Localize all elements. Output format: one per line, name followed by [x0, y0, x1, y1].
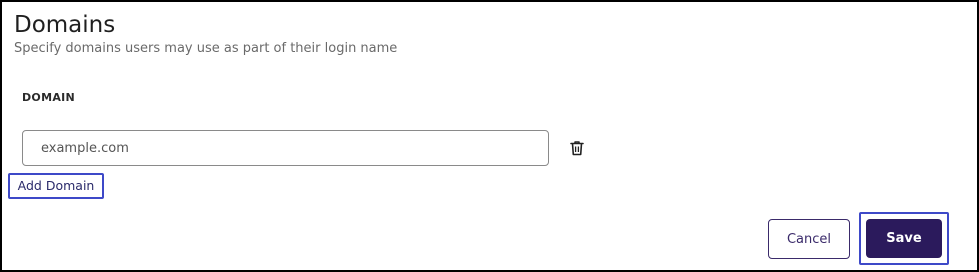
domain-field-label: DOMAIN	[22, 91, 76, 104]
trash-icon	[570, 141, 584, 156]
save-button-highlight: Save	[859, 212, 949, 265]
cancel-button[interactable]: Cancel	[768, 219, 850, 259]
page-subtitle: Specify domains users may use as part of…	[14, 41, 398, 56]
add-domain-link[interactable]: Add Domain	[8, 173, 104, 199]
domain-input[interactable]	[22, 130, 549, 166]
page-title: Domains	[14, 12, 116, 38]
save-button[interactable]: Save	[866, 219, 942, 258]
delete-domain-button[interactable]	[568, 139, 586, 157]
domains-panel: Domains Specify domains users may use as…	[0, 0, 979, 272]
